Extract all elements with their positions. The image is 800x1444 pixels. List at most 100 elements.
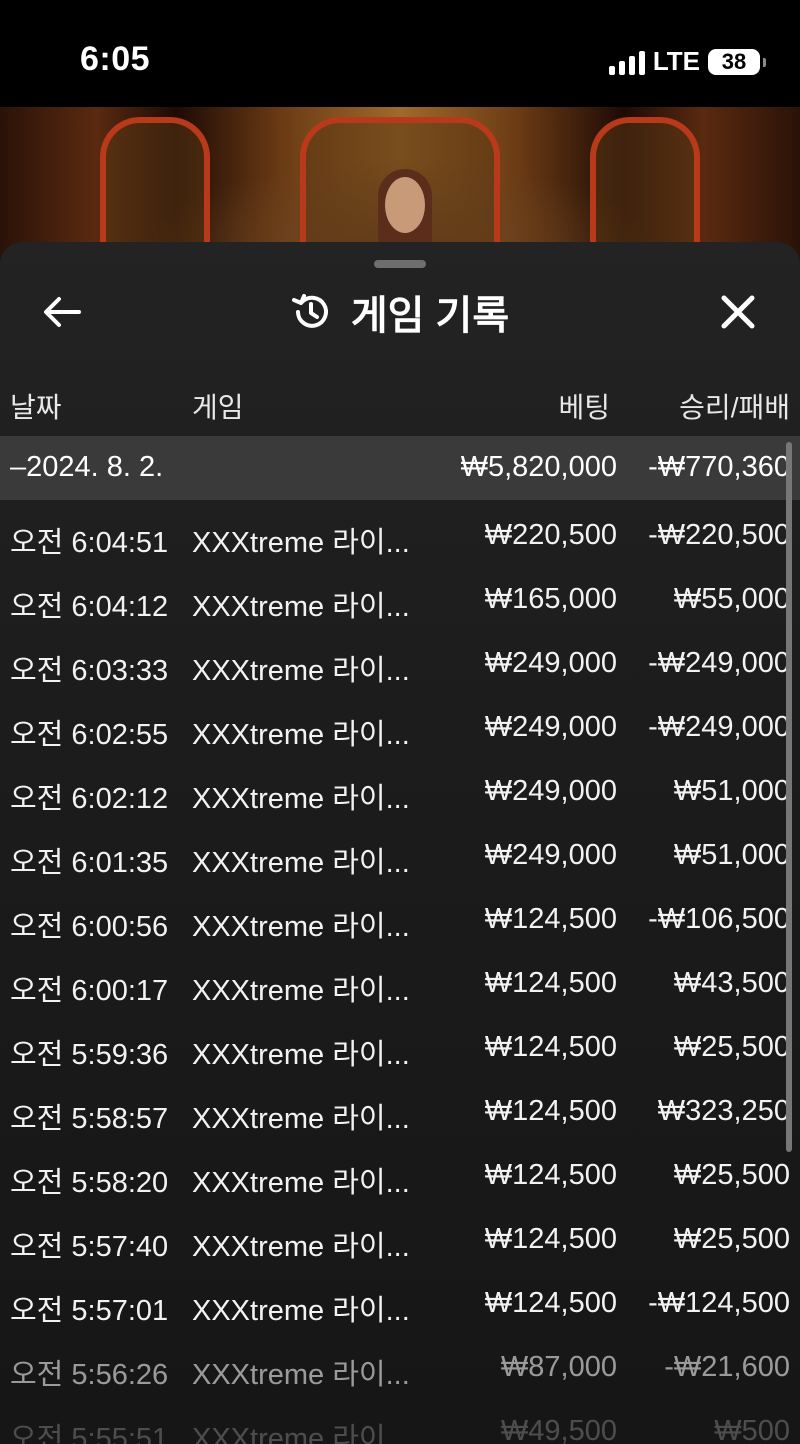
title-group: 게임 기록 (0, 282, 800, 342)
row-result: -₩249,000 (648, 711, 790, 743)
summary-date: –2024. 8. 2. (10, 451, 164, 483)
row-game: XXXtreme 라이... (192, 719, 410, 751)
column-result: 승리/패배 (679, 392, 790, 423)
table-row[interactable]: 오전 6:04:51 XXXtreme 라이... ₩220,500 -₩220,50… (0, 504, 800, 568)
row-result: -₩220,500 (648, 519, 790, 551)
row-game: XXXtreme 라이... (192, 1167, 410, 1199)
close-icon (721, 295, 755, 329)
row-time: 오전 6:00:56 (10, 911, 169, 943)
row-result: -₩21,600 (664, 1351, 790, 1383)
table-row[interactable]: 오전 6:04:12 XXXtreme 라이... ₩165,000 ₩55,000 (0, 568, 800, 632)
column-date: 날짜 (10, 392, 62, 423)
close-button[interactable] (708, 282, 768, 342)
status-bar: 6:05 LTE 38 (0, 0, 800, 107)
table-row[interactable]: 오전 6:02:12 XXXtreme 라이... ₩249,000 ₩51,000 (0, 760, 800, 824)
row-game: XXXtreme 라이... (192, 783, 410, 815)
row-bet: ₩124,500 (484, 1223, 617, 1255)
row-game: XXXtreme 라이... (192, 527, 410, 559)
row-bet: ₩124,500 (484, 903, 617, 935)
network-label: LTE (652, 46, 700, 76)
row-time: 오전 5:55:51 (10, 1423, 169, 1444)
row-time: 오전 5:57:40 (10, 1231, 169, 1263)
page-title: 게임 기록 (350, 294, 510, 338)
row-bet: ₩124,500 (484, 1159, 617, 1191)
row-bet: ₩124,500 (484, 967, 617, 999)
table-row[interactable]: 오전 5:58:57 XXXtreme 라이... ₩124,500 ₩323,250 (0, 1080, 800, 1144)
table-row[interactable]: 오전 6:02:55 XXXtreme 라이... ₩249,000 -₩249,00… (0, 696, 800, 760)
signal-icon (608, 49, 645, 75)
status-time: 6:05 (80, 40, 151, 78)
row-game: XXXtreme 라이... (192, 911, 410, 943)
battery-icon: 38 (708, 48, 766, 75)
table-row[interactable]: 오전 5:59:36 XXXtreme 라이... ₩124,500 ₩25,500 (0, 1016, 800, 1080)
row-bet: ₩124,500 (484, 1287, 617, 1319)
row-game: XXXtreme 라이... (192, 1103, 410, 1135)
row-time: 오전 5:58:57 (10, 1103, 169, 1135)
row-result: ₩25,500 (673, 1031, 790, 1063)
row-game: XXXtreme 라이... (192, 847, 410, 879)
row-result: ₩51,000 (673, 839, 790, 871)
row-result: ₩51,000 (673, 775, 790, 807)
row-game: XXXtreme 라이... (192, 1423, 410, 1444)
row-game: XXXtreme 라이... (192, 1359, 410, 1391)
game-history-panel: 게임 기록 날짜 게임 베팅 승리/패배 –2024. 8. 2. ₩5,820… (0, 242, 800, 1444)
column-game: 게임 (192, 392, 244, 423)
table-row[interactable]: 오전 5:58:20 XXXtreme 라이... ₩124,500 ₩25,500 (0, 1144, 800, 1208)
row-time: 오전 5:57:01 (10, 1295, 169, 1327)
row-result: ₩55,000 (673, 583, 790, 615)
row-time: 오전 6:04:51 (10, 527, 169, 559)
table-row[interactable]: 오전 5:57:40 XXXtreme 라이... ₩124,500 ₩25,500 (0, 1208, 800, 1272)
row-bet: ₩165,000 (484, 583, 617, 615)
table-row[interactable]: 오전 6:00:17 XXXtreme 라이... ₩124,500 ₩43,500 (0, 952, 800, 1016)
row-bet: ₩49,500 (500, 1415, 617, 1444)
row-result: ₩43,500 (673, 967, 790, 999)
panel-header: 게임 기록 (0, 282, 800, 342)
row-bet: ₩249,000 (484, 711, 617, 743)
row-time: 오전 6:00:17 (10, 975, 169, 1007)
row-game: XXXtreme 라이... (192, 975, 410, 1007)
row-time: 오전 6:03:33 (10, 655, 169, 687)
history-icon (291, 294, 328, 328)
row-bet: ₩124,500 (484, 1031, 617, 1063)
row-time: 오전 6:04:12 (10, 591, 169, 623)
table-row[interactable]: 오전 6:00:56 XXXtreme 라이... ₩124,500 -₩106,50… (0, 888, 800, 952)
battery-level: 38 (721, 48, 747, 74)
table-row[interactable]: 오전 5:57:01 XXXtreme 라이... ₩124,500 -₩124,50… (0, 1272, 800, 1336)
summary-result: -₩770,360 (648, 451, 790, 483)
row-result: -₩106,500 (648, 903, 790, 935)
date-group-summary[interactable]: –2024. 8. 2. ₩5,820,000 -₩770,360 (0, 436, 800, 500)
row-bet: ₩220,500 (484, 519, 617, 551)
row-bet: ₩249,000 (484, 647, 617, 679)
row-game: XXXtreme 라이... (192, 1295, 410, 1327)
row-result: ₩323,250 (657, 1095, 790, 1127)
table-row[interactable]: 오전 6:03:33 XXXtreme 라이... ₩249,000 -₩249,00… (0, 632, 800, 696)
row-result: ₩25,500 (673, 1159, 790, 1191)
row-bet: ₩87,000 (500, 1351, 617, 1383)
row-time: 오전 5:56:26 (10, 1359, 169, 1391)
dealer-face (385, 177, 425, 233)
row-time: 오전 6:02:12 (10, 783, 169, 815)
column-bet: 베팅 (558, 392, 610, 423)
row-bet: ₩124,500 (484, 1095, 617, 1127)
row-bet: ₩249,000 (484, 775, 617, 807)
row-game: XXXtreme 라이... (192, 591, 410, 623)
row-result: ₩25,500 (673, 1223, 790, 1255)
summary-bet: ₩5,820,000 (460, 451, 617, 483)
row-time: 오전 6:02:55 (10, 719, 169, 751)
table-row[interactable]: 오전 5:56:26 XXXtreme 라이... ₩87,000 -₩21,600 (0, 1336, 800, 1400)
table-row[interactable]: 오전 6:01:35 XXXtreme 라이... ₩249,000 ₩51,000 (0, 824, 800, 888)
table-header: 날짜 게임 베팅 승리/패배 (0, 386, 800, 426)
row-time: 오전 6:01:35 (10, 847, 169, 879)
row-game: XXXtreme 라이... (192, 655, 410, 687)
row-result: ₩500 (714, 1415, 790, 1444)
row-result: -₩249,000 (648, 647, 790, 679)
row-result: -₩124,500 (648, 1287, 790, 1319)
row-time: 오전 5:59:36 (10, 1039, 169, 1071)
row-game: XXXtreme 라이... (192, 1039, 410, 1071)
drag-handle[interactable] (374, 260, 426, 268)
row-game: XXXtreme 라이... (192, 1231, 410, 1263)
table-row[interactable]: 오전 5:55:51 XXXtreme 라이... ₩49,500 ₩500 (0, 1400, 800, 1444)
row-bet: ₩249,000 (484, 839, 617, 871)
row-time: 오전 5:58:20 (10, 1167, 169, 1199)
scrollbar[interactable] (786, 442, 792, 1152)
